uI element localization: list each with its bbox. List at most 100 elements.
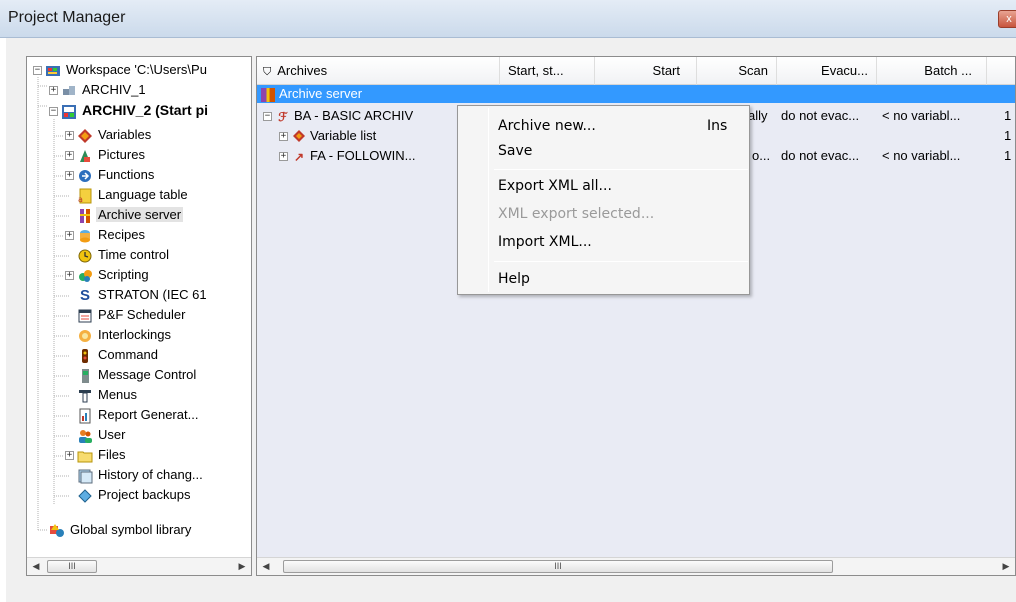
menus-icon <box>77 388 93 404</box>
menu-item-export-xml-all[interactable]: Export XML all... <box>498 178 612 194</box>
list-row-label: BA - BASIC ARCHIV <box>294 108 414 123</box>
column-start[interactable]: Start <box>595 57 697 85</box>
column-archives[interactable]: ⛉ Archives <box>257 57 500 85</box>
tree-item-label: Menus <box>98 387 138 402</box>
column-scan[interactable]: Scan <box>697 57 777 85</box>
tree-item-scripting[interactable]: + Scripting <box>65 265 151 285</box>
tree-item-label: ARCHIV_2 (Start pi <box>82 102 209 118</box>
user-icon <box>77 428 93 444</box>
tree-item-label: STRATON (IEC 61 <box>98 287 207 302</box>
tree-item-workspace[interactable]: − Workspace 'C:\Users\Pu <box>33 60 209 80</box>
cell-scan: o... <box>752 148 771 163</box>
column-start-stop[interactable]: Start, st... <box>500 57 595 85</box>
close-button[interactable]: x <box>998 10 1016 28</box>
menu-separator <box>494 261 748 262</box>
column-batch[interactable]: Batch ... <box>877 57 987 85</box>
tree-item-variables[interactable]: + Variables <box>65 125 153 145</box>
scroll-left-icon[interactable]: ◀ <box>257 558 275 575</box>
expand-icon[interactable]: + <box>279 132 288 142</box>
scripting-icon <box>77 268 93 284</box>
variables-icon <box>291 129 307 145</box>
workspace-icon <box>45 63 61 79</box>
tree-horizontal-scrollbar[interactable]: ◀ III ▶ <box>27 557 251 575</box>
expand-icon[interactable]: + <box>65 271 74 281</box>
tree-item-straton[interactable]: S STRATON (IEC 61 <box>77 285 209 305</box>
menu-separator <box>494 169 748 170</box>
tree-item-project-backups[interactable]: Project backups <box>77 485 193 505</box>
collapse-icon[interactable]: − <box>33 66 42 76</box>
tree-item-functions[interactable]: + Functions <box>65 165 156 185</box>
language-table-icon: a <box>77 188 93 204</box>
window-title: Project Manager <box>8 9 126 26</box>
scroll-thumb[interactable]: III <box>47 560 97 573</box>
clock-icon <box>77 248 93 264</box>
following-archive-icon: ↗ <box>293 149 305 164</box>
project-tree: − Workspace 'C:\Users\Pu + ARCHIV_1 − ARCHI… <box>26 56 252 576</box>
list-row-ba[interactable]: − ℱ BA - BASIC ARCHIV <box>263 106 413 125</box>
tree-item-message-control[interactable]: Message Control <box>77 365 198 385</box>
context-menu: Archive new... Ins Save Export XML all..… <box>457 105 750 295</box>
pictures-icon <box>77 148 93 164</box>
expand-icon[interactable]: + <box>65 171 74 181</box>
menu-item-save[interactable]: Save <box>498 143 532 159</box>
svg-text:a: a <box>78 195 83 204</box>
list-row-archive-server[interactable]: Archive server <box>257 85 1015 103</box>
tree-item-recipes[interactable]: + Recipes <box>65 225 147 245</box>
tree-item-archiv-2[interactable]: − ARCHIV_2 (Start pi <box>49 100 210 120</box>
tree-item-pictures[interactable]: + Pictures <box>65 145 147 165</box>
cell-extra: 1 <box>1004 148 1012 163</box>
expand-icon[interactable]: + <box>49 86 58 96</box>
tree-item-history[interactable]: History of chang... <box>77 465 205 485</box>
expand-icon[interactable]: + <box>279 152 288 162</box>
expand-icon[interactable]: + <box>65 231 74 241</box>
tree-item-command[interactable]: Command <box>77 345 160 365</box>
tree-item-label: Language table <box>98 187 188 202</box>
tree-item-user[interactable]: User <box>77 425 127 445</box>
tree-item-interlockings[interactable]: Interlockings <box>77 325 173 345</box>
tree-item-label: P&F Scheduler <box>98 307 186 322</box>
tree-item-time-control[interactable]: Time control <box>77 245 171 265</box>
tree-item-label: Pictures <box>98 147 145 162</box>
collapse-icon[interactable]: − <box>263 112 272 122</box>
scroll-thumb[interactable]: III <box>283 560 833 573</box>
tree-item-label: Files <box>98 447 126 462</box>
tree-item-archiv-1[interactable]: + ARCHIV_1 <box>49 80 148 100</box>
expand-icon[interactable]: + <box>65 151 74 161</box>
cell-evacuate: do not evac... <box>781 108 860 123</box>
folder-icon <box>77 448 93 464</box>
tree-item-menus[interactable]: Menus <box>77 385 139 405</box>
tree-item-archive-server[interactable]: Archive server <box>77 205 184 225</box>
column-header-row: ⛉ Archives Start, st... Start Scan Evacu.… <box>257 57 1015 85</box>
history-icon <box>77 468 93 484</box>
menu-gutter <box>488 108 489 292</box>
command-icon <box>77 348 93 364</box>
tree-item-language-table[interactable]: a Language table <box>77 185 190 205</box>
list-row-label: Archive server <box>279 86 363 101</box>
expand-icon[interactable]: + <box>65 451 74 461</box>
title-bar: Project Manager x <box>0 0 1016 38</box>
tree-item-files[interactable]: + Files <box>65 445 127 465</box>
scroll-left-icon[interactable]: ◀ <box>27 558 45 575</box>
list-row-fa[interactable]: + ↗ FA - FOLLOWIN... <box>279 146 415 165</box>
list-horizontal-scrollbar[interactable]: ◀ III ▶ <box>257 557 1015 575</box>
menu-item-archive-new[interactable]: Archive new... <box>498 118 596 134</box>
collapse-icon[interactable]: − <box>49 107 58 117</box>
archive-server-icon <box>77 208 93 224</box>
cell-evacuate: do not evac... <box>781 148 860 163</box>
tree-item-label: Interlockings <box>98 327 171 342</box>
project-icon <box>61 83 77 99</box>
tree-item-label: Workspace 'C:\Users\Pu <box>66 62 207 77</box>
menu-item-help[interactable]: Help <box>498 271 530 287</box>
tree-item-label: User <box>98 427 126 442</box>
list-row-variable-list[interactable]: + Variable list <box>279 126 376 145</box>
scroll-right-icon[interactable]: ▶ <box>233 558 251 575</box>
column-evacuate[interactable]: Evacu... <box>777 57 877 85</box>
expand-icon[interactable]: + <box>65 131 74 141</box>
tree-item-report-generator[interactable]: Report Generat... <box>77 405 200 425</box>
menu-item-import-xml[interactable]: Import XML... <box>498 234 592 250</box>
functions-icon <box>77 168 93 184</box>
scroll-right-icon[interactable]: ▶ <box>997 558 1015 575</box>
archive-icon: ℱ <box>278 109 288 124</box>
tree-item-global-symbol-library[interactable]: Global symbol library <box>49 520 193 540</box>
tree-item-pf-scheduler[interactable]: P&F Scheduler <box>77 305 187 325</box>
